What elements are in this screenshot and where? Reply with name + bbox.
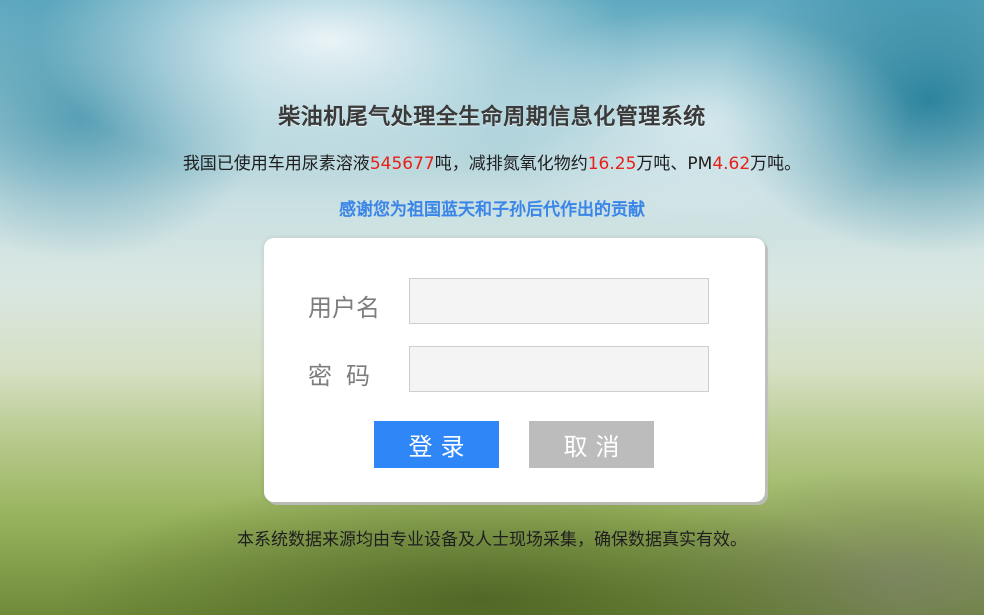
password-label: 密码: [308, 362, 384, 390]
login-card: 用户名 密码 登录 取消: [264, 238, 765, 502]
username-label: 用户名: [308, 294, 380, 322]
pm-amount: 4.62: [712, 154, 751, 174]
cancel-button[interactable]: 取消: [529, 421, 654, 468]
stats-mid2: 万吨、PM: [636, 154, 713, 174]
thanks-message: 感谢您为祖国蓝天和子孙后代作出的贡献: [339, 200, 645, 220]
urea-amount: 545677: [369, 154, 435, 174]
stats-prefix: 我国已使用车用尿素溶液: [182, 154, 370, 174]
stats-suffix: 万吨。: [750, 154, 802, 174]
password-input[interactable]: [409, 346, 709, 392]
nox-amount: 16.25: [587, 154, 637, 174]
stats-mid1: 吨，减排氮氧化物约: [434, 154, 588, 174]
emission-stats: 我国已使用车用尿素溶液545677吨，减排氮氧化物约16.25万吨、PM4.62…: [0, 149, 984, 174]
data-source-note: 本系统数据来源均由专业设备及人士现场采集，确保数据真实有效。: [237, 530, 747, 550]
login-button[interactable]: 登录: [374, 421, 499, 468]
username-input[interactable]: [409, 278, 709, 324]
page-title: 柴油机尾气处理全生命周期信息化管理系统: [278, 105, 706, 130]
